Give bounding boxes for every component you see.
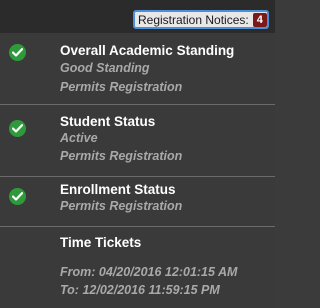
enrollment-status-section: Enrollment Status Permits Registration: [0, 177, 275, 227]
registration-permission-text: Permits Registration: [60, 149, 183, 163]
registration-status-panel: Registration Notices: 4 Overall Academic…: [0, 0, 275, 308]
check-circle-icon: [9, 44, 26, 61]
student-status-value: Active: [60, 131, 98, 145]
registration-notices-button[interactable]: Registration Notices: 4: [133, 10, 269, 29]
top-bar: Registration Notices: 4: [0, 0, 275, 33]
registration-permission-text: Permits Registration: [60, 80, 183, 94]
check-circle-icon: [9, 120, 26, 137]
registration-permission-text: Permits Registration: [60, 199, 183, 213]
academic-standing-value: Good Standing: [60, 61, 150, 75]
section-title: Overall Academic Standing: [60, 43, 235, 58]
student-status-section: Student Status Active Permits Registrati…: [0, 105, 275, 177]
check-circle-icon: [9, 188, 26, 205]
time-tickets-section: Time Tickets From: 04/20/2016 12:01:15 A…: [0, 227, 275, 308]
overall-academic-standing-section: Overall Academic Standing Good Standing …: [0, 33, 275, 105]
registration-notices-label: Registration Notices:: [138, 12, 249, 27]
section-title: Student Status: [60, 114, 156, 129]
section-title: Time Tickets: [60, 235, 142, 250]
registration-notices-count-badge: 4: [252, 12, 267, 27]
time-ticket-to: To: 12/02/2016 11:59:15 PM: [60, 283, 220, 297]
section-title: Enrollment Status: [60, 182, 176, 197]
time-ticket-from: From: 04/20/2016 12:01:15 AM: [60, 265, 238, 279]
